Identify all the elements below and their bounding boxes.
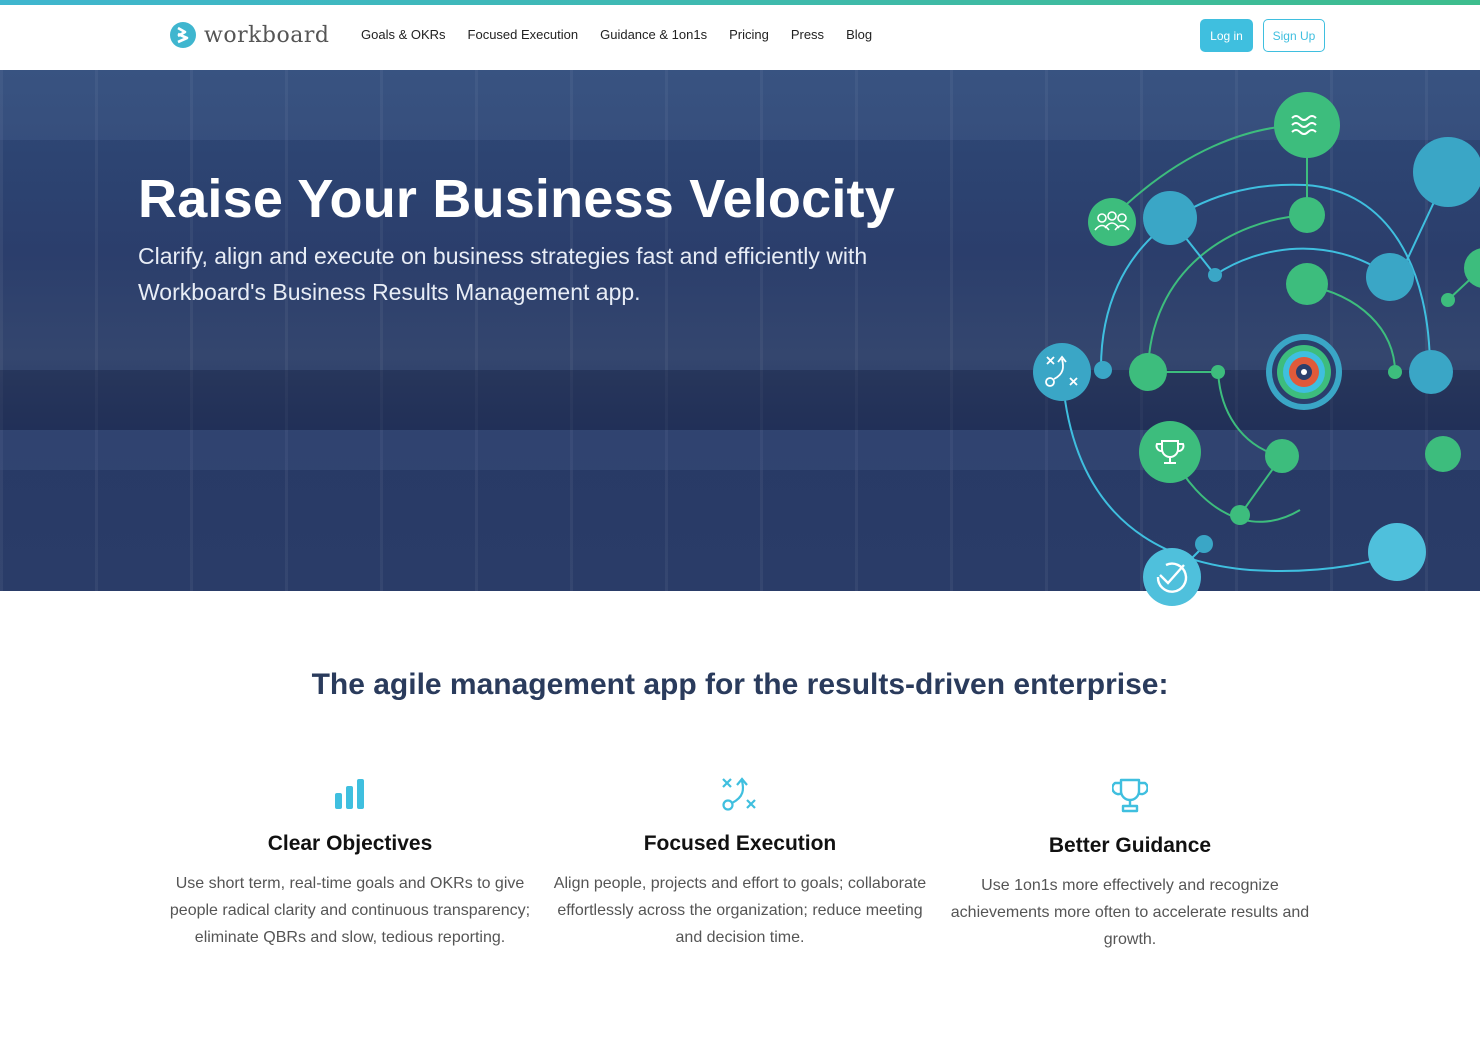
main-nav: Goals & OKRs Focused Execution Guidance … — [361, 25, 872, 45]
feature-focused-execution: Focused Execution Align people, projects… — [550, 774, 930, 951]
feature-clear-objectives: Clear Objectives Use short term, real-ti… — [160, 774, 540, 951]
hero-subtitle: Clarify, align and execute on business s… — [138, 243, 868, 305]
network-graphic — [1033, 92, 1480, 606]
workboard-logo-icon — [170, 22, 196, 48]
feature-text: Use 1on1s more effectively and recognize… — [950, 877, 1310, 948]
signup-button[interactable]: Sign Up — [1263, 19, 1325, 52]
logo-text: workboard — [204, 22, 330, 48]
nav-blog[interactable]: Blog — [846, 25, 872, 45]
tagline: The agile management app for the results… — [311, 668, 1169, 701]
bar-chart-icon — [160, 774, 540, 814]
feature-title: Better Guidance — [1048, 834, 1212, 857]
nav-focused-execution[interactable]: Focused Execution — [468, 25, 579, 45]
logo[interactable]: workboard — [170, 21, 329, 49]
site-header: workboard Goals & OKRs Focused Execution… — [0, 5, 1480, 70]
nav-pricing[interactable]: Pricing — [729, 25, 769, 45]
trophy-icon — [940, 776, 1320, 816]
feature-text: Align people, projects and effort to goa… — [553, 875, 927, 946]
nav-press[interactable]: Press — [791, 25, 824, 45]
nav-goals-okrs[interactable]: Goals & OKRs — [361, 25, 446, 45]
hero-title: Raise Your Business Velocity — [138, 169, 895, 229]
feature-title: Focused Execution — [643, 832, 837, 855]
login-button[interactable]: Log in — [1200, 19, 1253, 52]
team-node — [1088, 198, 1136, 246]
nav-guidance-1on1s[interactable]: Guidance & 1on1s — [600, 25, 707, 45]
feature-title: Clear Objectives — [267, 832, 433, 855]
feature-text: Use short term, real-time goals and OKRs… — [169, 875, 531, 946]
feature-better-guidance: Better Guidance Use 1on1s more effective… — [940, 776, 1320, 953]
trophy-node — [1139, 421, 1201, 483]
strategy-play-icon — [550, 774, 930, 814]
